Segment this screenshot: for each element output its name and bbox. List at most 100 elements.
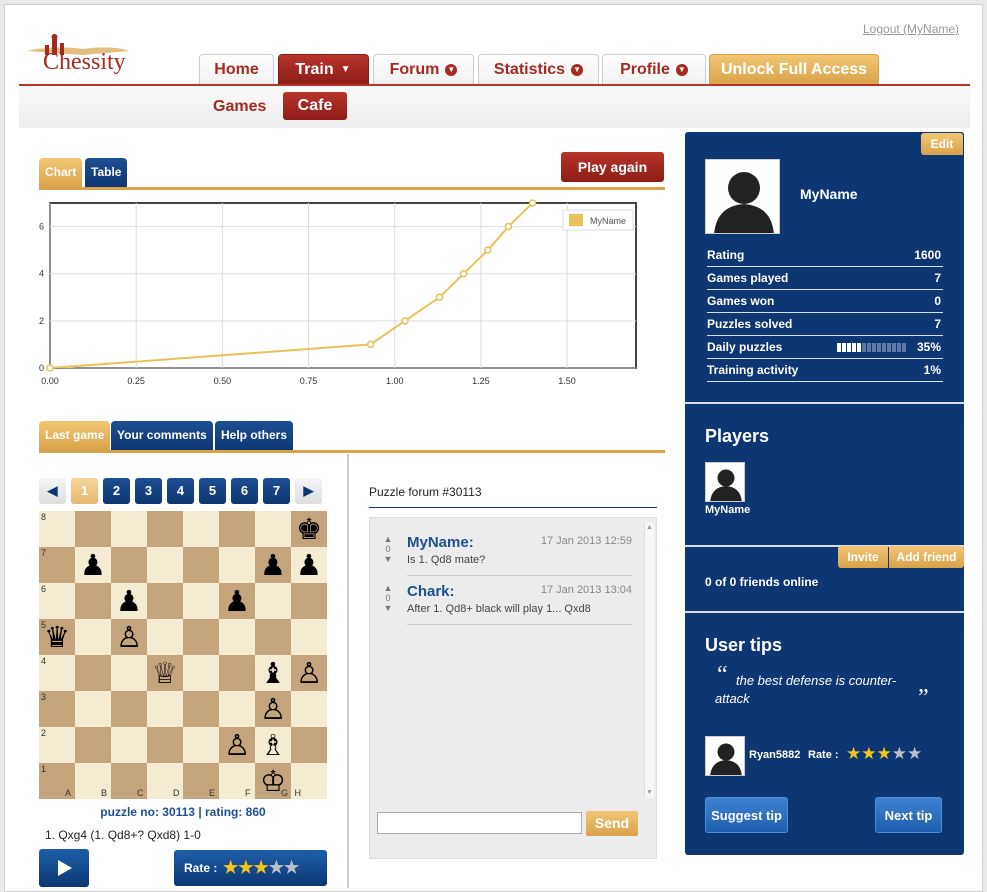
tab-chart[interactable]: Chart [39, 158, 83, 188]
board-square[interactable] [183, 511, 219, 547]
chess-piece-icon[interactable]: ♙ [219, 727, 255, 763]
board-square[interactable] [147, 727, 183, 763]
board-square[interactable] [219, 547, 255, 583]
puzzle-rating-stars[interactable]: ★★★★★ [223, 859, 299, 876]
board-square[interactable] [291, 727, 327, 763]
star-icon[interactable]: ★ [861, 744, 876, 763]
edit-profile-button[interactable]: Edit [921, 133, 963, 155]
board-square[interactable] [183, 619, 219, 655]
star-icon[interactable]: ★ [846, 744, 861, 763]
board-square[interactable] [183, 727, 219, 763]
play-again-button[interactable]: Play again [561, 152, 664, 182]
puzzle-number[interactable]: puzzle no: 30113 [100, 805, 195, 819]
next-page-button[interactable]: ▶ [295, 478, 322, 504]
star-icon[interactable]: ★ [254, 858, 269, 877]
profile-name[interactable]: MyName [800, 186, 858, 202]
board-square[interactable] [147, 619, 183, 655]
board-square[interactable] [111, 655, 147, 691]
page-button-3[interactable]: 3 [135, 478, 162, 504]
board-square[interactable] [255, 583, 291, 619]
star-icon[interactable]: ★ [223, 858, 238, 877]
next-tip-button[interactable]: Next tip [875, 797, 942, 833]
board-square[interactable] [183, 691, 219, 727]
board-square[interactable] [183, 655, 219, 691]
board-square[interactable] [219, 655, 255, 691]
tip-author-avatar[interactable] [705, 736, 745, 776]
forum-comment-input[interactable] [377, 812, 582, 834]
invite-button[interactable]: Invite [838, 546, 888, 568]
subnav-games[interactable]: Games [213, 98, 266, 116]
board-square[interactable] [75, 691, 111, 727]
board-square[interactable] [219, 511, 255, 547]
add-friend-button[interactable]: Add friend [889, 546, 964, 568]
tip-author[interactable]: Ryan5882 [749, 749, 800, 761]
chess-piece-icon[interactable]: ♙ [255, 691, 291, 727]
board-square[interactable]: 4 [39, 655, 75, 691]
tab-table[interactable]: Table [85, 158, 128, 188]
downvote-icon[interactable]: ▼ [384, 603, 393, 613]
star-icon[interactable]: ★ [269, 858, 284, 877]
board-square[interactable] [291, 583, 327, 619]
board-square[interactable]: E [183, 763, 219, 799]
board-square[interactable] [255, 511, 291, 547]
nav-unlock-full-access[interactable]: Unlock Full Access [709, 54, 879, 85]
board-square[interactable]: 2 [39, 727, 75, 763]
player-avatar[interactable] [705, 462, 745, 502]
page-button-4[interactable]: 4 [167, 478, 194, 504]
player-name[interactable]: MyName [705, 504, 750, 516]
nav-home[interactable]: Home [199, 54, 274, 85]
upvote-icon[interactable]: ▲ [384, 583, 393, 593]
board-square[interactable]: 1A [39, 763, 75, 799]
board-square[interactable]: H [291, 763, 327, 799]
page-button-1[interactable]: 1 [71, 478, 98, 504]
star-icon[interactable]: ★ [284, 858, 299, 877]
board-square[interactable]: 8 [39, 511, 75, 547]
chess-piece-icon[interactable]: ♕ [147, 655, 183, 691]
star-icon[interactable]: ★ [907, 744, 922, 763]
nav-forum[interactable]: Forum ▼ [373, 54, 474, 85]
tab-last-game[interactable]: Last game [39, 421, 111, 451]
board-square[interactable]: F [219, 763, 255, 799]
scroll-up-icon[interactable]: ▲ [646, 524, 653, 531]
star-icon[interactable]: ★ [238, 858, 253, 877]
board-square[interactable] [183, 583, 219, 619]
board-square[interactable] [147, 691, 183, 727]
suggest-tip-button[interactable]: Suggest tip [705, 797, 788, 833]
board-square[interactable]: 6 [39, 583, 75, 619]
board-square[interactable] [219, 691, 255, 727]
chess-piece-icon[interactable]: ♔ [255, 763, 291, 799]
board-square[interactable] [291, 619, 327, 655]
star-icon[interactable]: ★ [877, 744, 892, 763]
board-square[interactable]: B [75, 763, 111, 799]
scroll-down-icon[interactable]: ▼ [646, 789, 653, 796]
board-square[interactable] [111, 511, 147, 547]
board-square[interactable]: C [111, 763, 147, 799]
chess-piece-icon[interactable]: ♙ [291, 655, 327, 691]
board-square[interactable] [75, 619, 111, 655]
chess-piece-icon[interactable]: ♟ [219, 583, 255, 619]
board-square[interactable] [75, 511, 111, 547]
board-square[interactable] [147, 547, 183, 583]
board-square[interactable] [111, 727, 147, 763]
tab-your-comments[interactable]: Your comments [111, 421, 213, 451]
board-square[interactable] [111, 547, 147, 583]
board-square[interactable]: 7 [39, 547, 75, 583]
board-square[interactable] [147, 511, 183, 547]
board-square[interactable]: 3 [39, 691, 75, 727]
board-square[interactable] [147, 583, 183, 619]
chess-piece-icon[interactable]: ♚ [291, 511, 327, 547]
prev-page-button[interactable]: ◀ [39, 478, 66, 504]
nav-profile[interactable]: Profile ▼ [602, 54, 706, 85]
avatar[interactable] [705, 159, 780, 234]
chess-piece-icon[interactable]: ♗ [255, 727, 291, 763]
board-square[interactable] [255, 619, 291, 655]
play-button[interactable] [39, 849, 89, 887]
tip-rating-stars[interactable]: ★★★★★ [846, 745, 922, 764]
subnav-cafe[interactable]: Cafe [283, 92, 347, 120]
page-button-6[interactable]: 6 [231, 478, 258, 504]
vote-control[interactable]: ▲ 0 ▼ [382, 534, 394, 564]
nav-train[interactable]: Train ▼ [278, 54, 369, 85]
chess-board[interactable]: 8 7 6 5 4 3 2 1 A B C D E F G H ♚ ♟ ♟ ♟ ♟ ♟ ♛ ♙ ♕ ♝ ♙ ♙ ♙ ♗ ♔ [39, 511, 327, 799]
star-icon[interactable]: ★ [892, 744, 907, 763]
chess-piece-icon[interactable]: ♛ [39, 619, 75, 655]
